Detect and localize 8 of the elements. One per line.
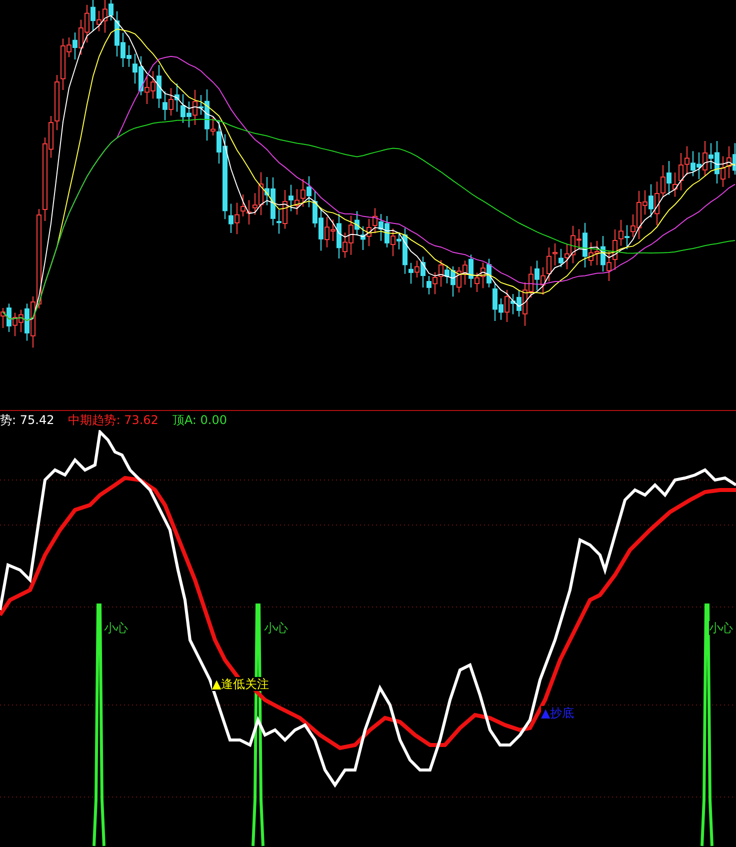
signal-label: 小心 <box>104 621 128 635</box>
signal-label: 小心 <box>709 621 733 635</box>
signal-label: ▲逢低关注 <box>212 677 270 691</box>
indicator-value: 势: 75.42 <box>0 412 54 429</box>
signal-label: ▲抄底 <box>541 706 574 720</box>
signal-label: 小心 <box>264 621 288 635</box>
indicator-value: 中期趋势: 73.62 <box>68 412 158 429</box>
indicator-value: 顶A: 0.00 <box>172 412 228 429</box>
